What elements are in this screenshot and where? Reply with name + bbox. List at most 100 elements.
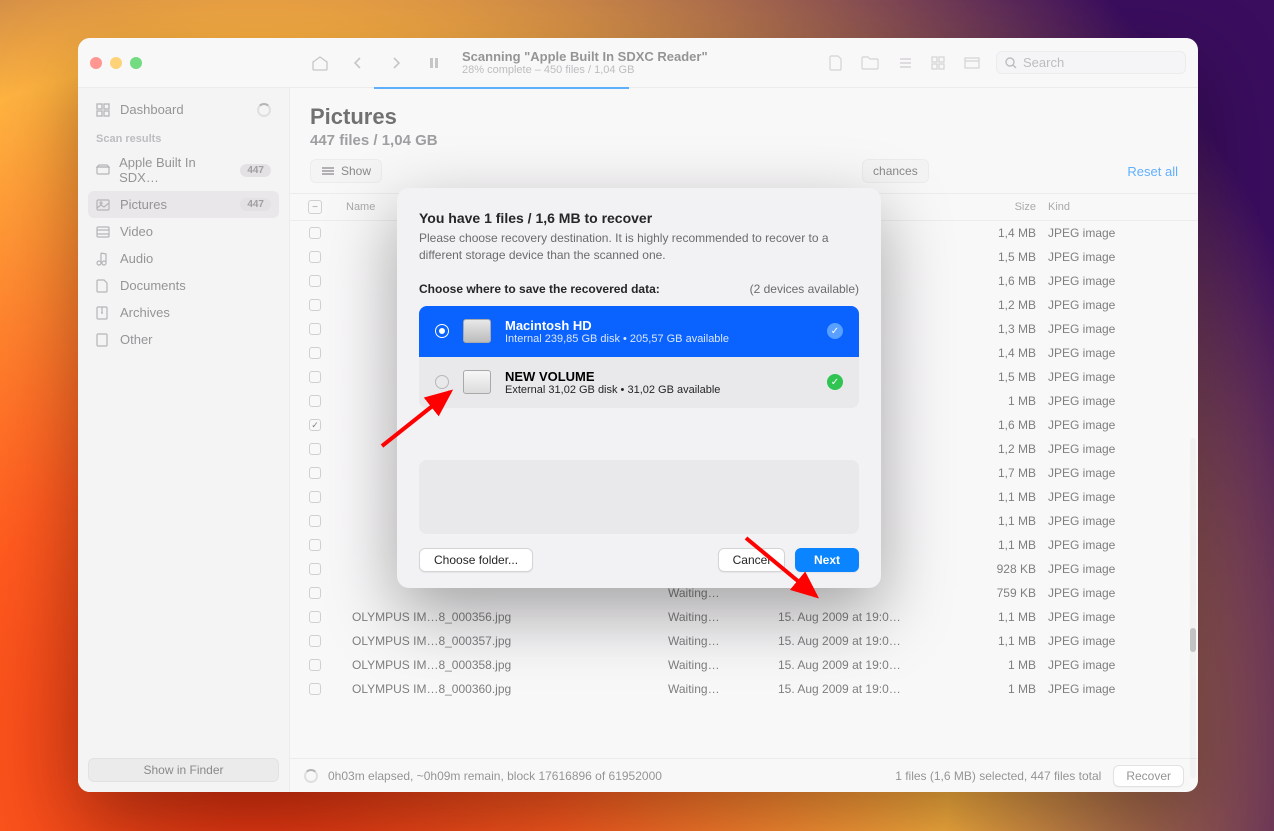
row-checkbox[interactable] [309, 395, 321, 407]
home-icon[interactable] [310, 55, 330, 71]
folder-icon[interactable] [860, 55, 880, 71]
row-size: 1,1 MB [958, 514, 1048, 528]
row-size: 759 KB [958, 586, 1048, 600]
sidebar-badge: 447 [240, 164, 271, 177]
disk-icon [96, 164, 111, 176]
row-checkbox[interactable] [309, 491, 321, 503]
row-checkbox[interactable] [309, 515, 321, 527]
row-checkbox[interactable] [309, 563, 321, 575]
scan-title: Scanning "Apple Built In SDXC Reader" [462, 49, 826, 64]
device-option[interactable]: NEW VOLUMEExternal 31,02 GB disk • 31,02… [419, 357, 859, 408]
window-icon[interactable] [962, 55, 982, 71]
row-checkbox[interactable] [309, 419, 321, 431]
row-size: 1,4 MB [958, 346, 1048, 360]
choose-folder-button[interactable]: Choose folder... [419, 548, 533, 572]
show-in-finder-button[interactable]: Show in Finder [88, 758, 279, 782]
archive-icon [96, 306, 112, 320]
image-icon [96, 199, 112, 211]
row-size: 1,2 MB [958, 442, 1048, 456]
sidebar-item-label: Apple Built In SDX… [119, 155, 232, 185]
row-kind: JPEG image [1048, 466, 1198, 480]
device-detail: Internal 239,85 GB disk • 205,57 GB avai… [505, 333, 813, 345]
spinner-icon [304, 769, 318, 783]
list-icon[interactable] [894, 55, 914, 71]
status-left: 0h03m elapsed, ~0h09m remain, block 1761… [328, 769, 662, 783]
grid-icon[interactable] [928, 55, 948, 71]
drive-icon [463, 319, 491, 343]
row-size: 1,6 MB [958, 418, 1048, 432]
sidebar-item-label: Documents [120, 278, 186, 293]
forward-icon[interactable] [386, 55, 406, 71]
chances-filter[interactable]: chances [862, 159, 929, 183]
reset-all-link[interactable]: Reset all [1127, 164, 1178, 179]
sidebar-item-documents[interactable]: Documents [88, 272, 279, 299]
sidebar-item-audio[interactable]: Audio [88, 245, 279, 272]
row-kind: JPEG image [1048, 226, 1198, 240]
expand-toggle[interactable]: − [308, 200, 322, 214]
row-modified: 15. Aug 2009 at 19:0… [778, 682, 958, 696]
table-row[interactable]: OLYMPUS IM…8_000360.jpgWaiting…15. Aug 2… [290, 677, 1198, 701]
row-kind: JPEG image [1048, 586, 1198, 600]
row-checkbox[interactable] [309, 587, 321, 599]
row-checkbox[interactable] [309, 347, 321, 359]
dialog-subtitle: Please choose recovery destination. It i… [419, 230, 859, 264]
device-option[interactable]: Macintosh HDInternal 239,85 GB disk • 20… [419, 306, 859, 357]
sidebar-item-video[interactable]: Video [88, 218, 279, 245]
show-filter[interactable]: Show [310, 159, 382, 183]
fullscreen-button[interactable] [130, 57, 142, 69]
close-button[interactable] [90, 57, 102, 69]
col-kind[interactable]: Kind [1048, 201, 1198, 213]
row-checkbox[interactable] [309, 635, 321, 647]
row-size: 1,5 MB [958, 250, 1048, 264]
row-kind: JPEG image [1048, 346, 1198, 360]
row-checkbox[interactable] [309, 659, 321, 671]
table-row[interactable]: OLYMPUS IM…8_000357.jpgWaiting…15. Aug 2… [290, 629, 1198, 653]
scrollbar-thumb[interactable] [1190, 628, 1196, 652]
row-checkbox[interactable] [309, 443, 321, 455]
page-title: Pictures [310, 104, 1178, 130]
col-size[interactable]: Size [958, 201, 1048, 213]
row-checkbox[interactable] [309, 611, 321, 623]
row-checkbox[interactable] [309, 227, 321, 239]
row-kind: JPEG image [1048, 490, 1198, 504]
search-input[interactable]: Search [996, 51, 1186, 74]
row-checkbox[interactable] [309, 683, 321, 695]
status-right: 1 files (1,6 MB) selected, 447 files tot… [895, 769, 1101, 783]
row-size: 1 MB [958, 658, 1048, 672]
video-icon [96, 226, 112, 238]
sidebar-item-pictures[interactable]: Pictures447 [88, 191, 279, 218]
row-checkbox[interactable] [309, 323, 321, 335]
row-modified: 15. Aug 2009 at 19:0… [778, 658, 958, 672]
row-kind: JPEG image [1048, 298, 1198, 312]
table-row[interactable]: OLYMPUS IM…8_000358.jpgWaiting…15. Aug 2… [290, 653, 1198, 677]
sidebar: Dashboard Scan results Apple Built In SD… [78, 88, 290, 792]
doc-icon [96, 279, 112, 293]
row-size: 1,2 MB [958, 298, 1048, 312]
row-preview: Waiting… [668, 634, 778, 648]
scrollbar[interactable] [1190, 438, 1196, 778]
row-size: 1,1 MB [958, 538, 1048, 552]
row-checkbox[interactable] [309, 275, 321, 287]
minimize-button[interactable] [110, 57, 122, 69]
row-checkbox[interactable] [309, 539, 321, 551]
row-size: 1,4 MB [958, 226, 1048, 240]
sidebar-item-dashboard[interactable]: Dashboard [88, 96, 279, 123]
sidebar-item-other[interactable]: Other [88, 326, 279, 353]
chances-filter-label: chances [873, 164, 918, 178]
row-checkbox[interactable] [309, 371, 321, 383]
recover-button[interactable]: Recover [1113, 765, 1184, 787]
row-checkbox[interactable] [309, 299, 321, 311]
back-icon[interactable] [348, 55, 368, 71]
spinner-icon [257, 103, 271, 117]
pause-icon[interactable] [424, 55, 444, 71]
row-checkbox[interactable] [309, 251, 321, 263]
radio-icon [435, 324, 449, 338]
sidebar-item-apple-built-in-sdx-[interactable]: Apple Built In SDX… 447 [88, 149, 279, 191]
row-kind: JPEG image [1048, 538, 1198, 552]
status-bar: 0h03m elapsed, ~0h09m remain, block 1761… [290, 758, 1198, 792]
sidebar-item-archives[interactable]: Archives [88, 299, 279, 326]
file-icon[interactable] [826, 55, 846, 71]
row-checkbox[interactable] [309, 467, 321, 479]
search-icon [1005, 57, 1017, 69]
row-kind: JPEG image [1048, 250, 1198, 264]
